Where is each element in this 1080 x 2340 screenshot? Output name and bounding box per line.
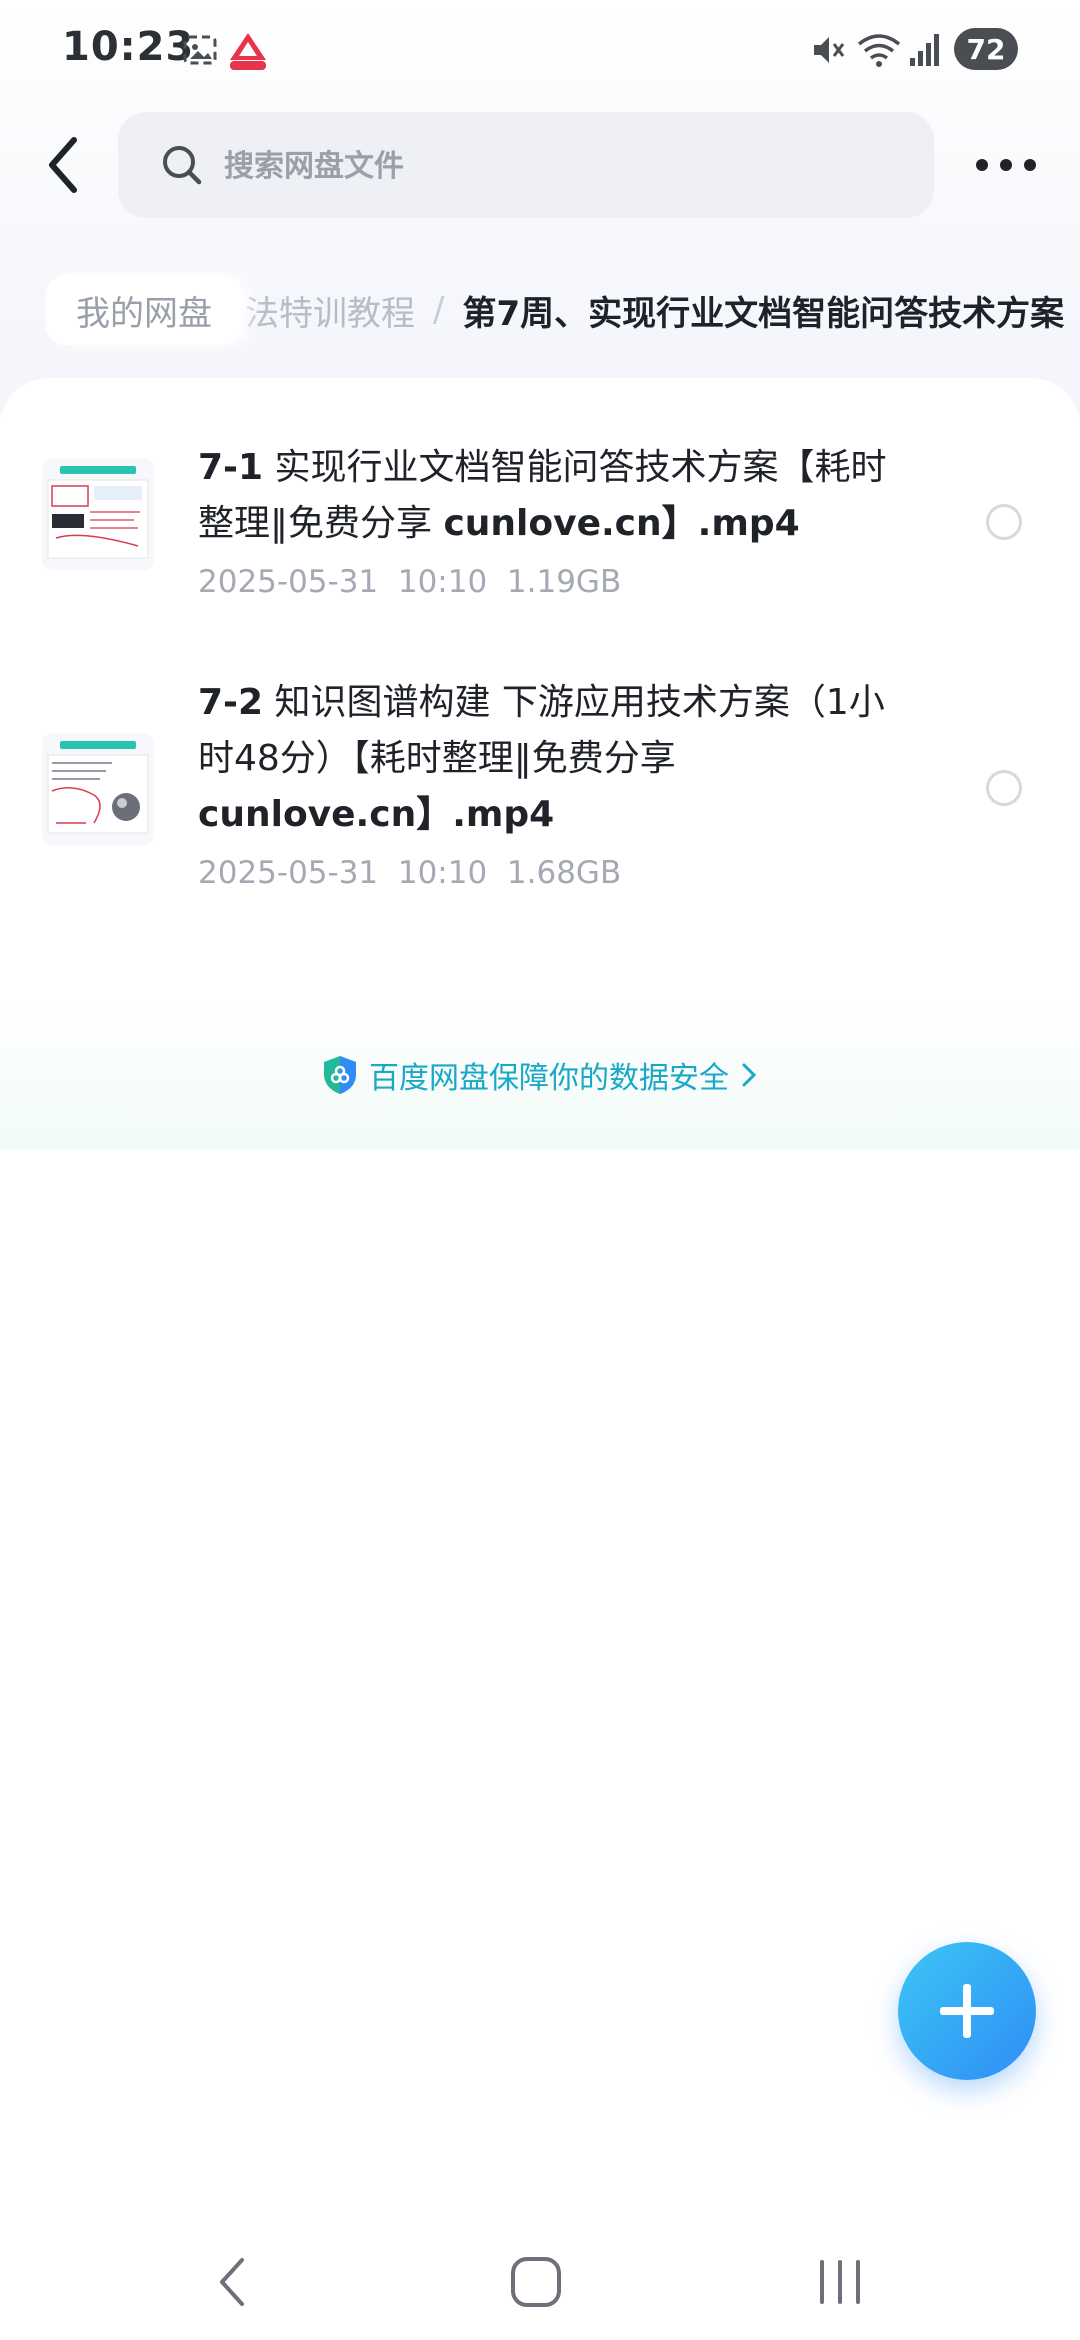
add-button[interactable]: [898, 1942, 1036, 2080]
breadcrumb-parent[interactable]: 法特训教程: [245, 286, 415, 335]
video-thumbnail: [42, 733, 154, 845]
file-item[interactable]: 7-1 实现行业文档智能问答技术方案【耗时整理‖免费分享 cunlove.cn】…: [0, 440, 1080, 620]
select-radio[interactable]: [986, 504, 1022, 540]
breadcrumb-current: 第7周、实现行业文档智能问答技术方案: [462, 293, 1065, 334]
nav-home-icon[interactable]: [508, 2252, 564, 2312]
file-item[interactable]: 7-2 知识图谱构建 下游应用技术方案（1小时48分）【耗时整理‖免费分享 cu…: [0, 675, 1080, 915]
security-notice-link[interactable]: 百度网盘保障你的数据安全: [0, 1050, 1080, 1100]
screenshot-icon: [183, 35, 217, 65]
wifi-icon: [857, 34, 901, 67]
security-notice-text: 百度网盘保障你的数据安全: [369, 1061, 729, 1096]
back-arrow-icon: [49, 137, 77, 193]
shield-icon: [324, 1056, 356, 1094]
video-thumbnail: [42, 458, 154, 570]
signal-icon: [910, 34, 939, 66]
search-input[interactable]: [222, 112, 906, 220]
file-name: 7-1 实现行业文档智能问答技术方案【耗时整理‖免费分享 cunlove.cn】…: [198, 447, 887, 544]
chevron-right-icon: [742, 1063, 757, 1087]
search-icon: [163, 146, 202, 185]
nav-recents-icon[interactable]: [812, 2252, 868, 2312]
status-time: 10:23: [62, 24, 195, 70]
select-radio[interactable]: [986, 770, 1022, 806]
breadcrumb: 我的网盘 法特训教程 / 第7周、实现行业文档智能问答技术方案: [0, 265, 1080, 355]
file-meta: 2025-05-31 10:10 1.19GB: [198, 564, 622, 600]
status-bar: 10:23 72: [0, 0, 1080, 100]
breadcrumb-separator: /: [433, 290, 445, 330]
more-dot: [1000, 159, 1012, 171]
battery-indicator: 72: [954, 28, 1018, 70]
more-dot: [1024, 159, 1036, 171]
breadcrumb-home[interactable]: 我的网盘: [46, 275, 242, 345]
breadcrumb-trail: 法特训教程 / 第7周、实现行业文档智能问答技术方案: [245, 275, 1064, 345]
file-name: 7-2 知识图谱构建 下游应用技术方案（1小时48分）【耗时整理‖免费分享 cu…: [198, 682, 885, 835]
more-dot: [976, 159, 988, 171]
back-button[interactable]: [40, 130, 100, 200]
file-meta: 2025-05-31 10:10 1.68GB: [198, 855, 622, 891]
search-bar[interactable]: [118, 112, 934, 220]
system-navigation-bar: [0, 2230, 1080, 2340]
mute-icon: [814, 37, 845, 63]
more-options-button[interactable]: [976, 150, 1036, 180]
app-notification-icon: [230, 33, 266, 70]
nav-back-icon[interactable]: [212, 2252, 252, 2312]
thumbnail-image: [42, 458, 154, 570]
thumbnail-image: [42, 733, 154, 845]
